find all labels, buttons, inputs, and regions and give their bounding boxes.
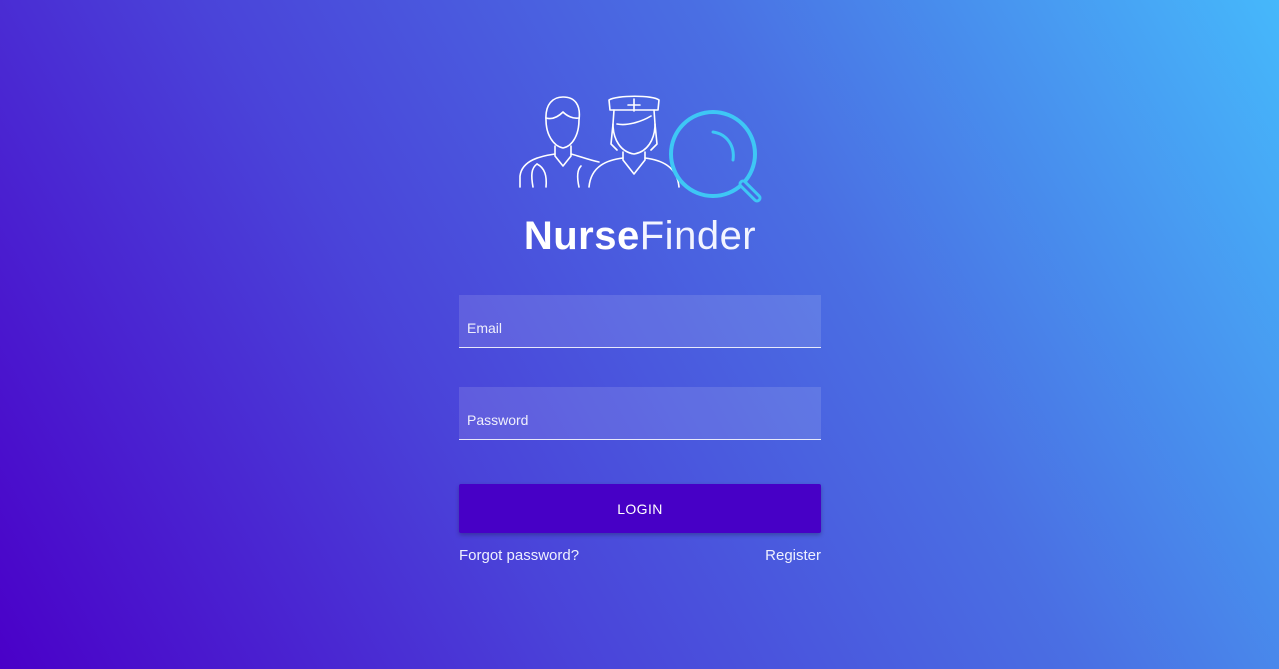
brand-name-light: Finder xyxy=(639,214,757,258)
password-field[interactable] xyxy=(459,387,821,440)
password-input[interactable] xyxy=(459,387,821,439)
magnifier-icon xyxy=(669,110,762,203)
nurse-icon xyxy=(588,95,680,188)
email-input[interactable] xyxy=(459,295,821,347)
login-button[interactable]: LOGIN xyxy=(459,484,821,533)
doctor-icon xyxy=(519,96,600,188)
email-field[interactable] xyxy=(459,295,821,348)
forgot-password-link[interactable]: Forgot password? xyxy=(459,547,579,564)
nurse-finder-logo: NurseFinder xyxy=(517,94,763,260)
register-link[interactable]: Register xyxy=(765,547,821,564)
brand-name: NurseFinder xyxy=(517,210,763,262)
nurse-finder-logo-icon xyxy=(519,95,762,203)
brand-name-bold: Nurse xyxy=(523,214,640,258)
